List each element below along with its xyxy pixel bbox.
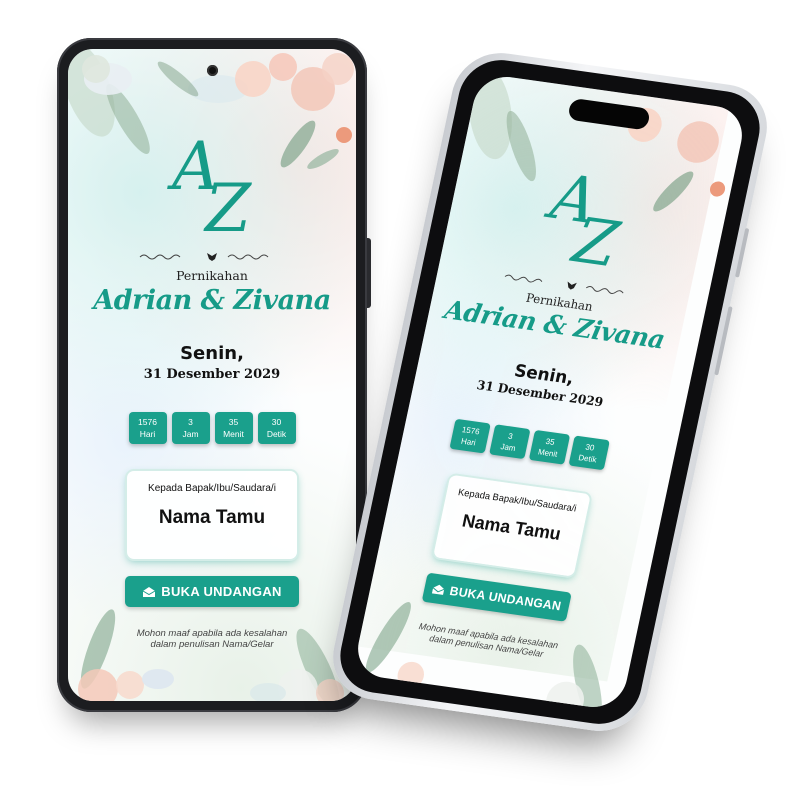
countdown-value: 30 [271, 417, 282, 427]
countdown-unit: Menit [223, 429, 244, 439]
countdown-value: 3 [507, 431, 514, 442]
note-line-2: dalam penulisan Nama/Gelar [150, 639, 274, 650]
countdown-unit: Detik [266, 429, 287, 439]
countdown-unit: Hari [460, 435, 477, 448]
countdown-seconds: 30 Detik [568, 435, 610, 471]
bezel: A Z Pernikahan Adrian & Zivana Senin, 31… [332, 54, 768, 730]
bird-icon [207, 253, 217, 261]
iphone-mockup: A Z Pernikahan Adrian & Zivana Senin, 31… [324, 47, 776, 737]
countdown-unit: Menit [537, 446, 559, 459]
countdown-days: 1576 Hari [128, 412, 167, 444]
countdown-timer: 1576 Hari 3 Jam 35 Menit 30 Detik [68, 412, 356, 444]
countdown-unit: Detik [577, 452, 598, 465]
power-button [367, 238, 371, 308]
countdown-value: 3 [188, 417, 193, 427]
countdown-value: 35 [228, 417, 239, 427]
bird-icon [567, 281, 577, 290]
event-date: 31 Desember 2029 [143, 367, 281, 382]
svg-text:Z: Z [203, 170, 252, 239]
apology-note: Mohon maaf apabila ada kesalahan dalam p… [108, 628, 316, 650]
countdown-seconds: 30 Detik [257, 412, 296, 444]
phone-screen: A Z Pernikahan Adrian & Zivana Senin, 31… [352, 72, 748, 712]
guest-name: Nama Tamu [460, 511, 563, 545]
countdown-hours: 3 Jam [171, 412, 210, 444]
countdown-unit: Jam [499, 441, 517, 453]
pre-title: Pernikahan [176, 268, 248, 283]
invitation-cover: A Z Pernikahan Adrian & Zivana Senin, 31… [357, 72, 730, 712]
iphone-mockup-wrapper: A Z Pernikahan Adrian & Zivana Senin, 31… [324, 47, 776, 737]
front-camera [207, 65, 218, 76]
countdown-unit: Hari [139, 429, 156, 439]
invitation-cover: A Z Pernikahan Adrian & Zivana Senin, 31… [68, 49, 356, 701]
guest-card: Kepada Bapak/Ibu/Saudara/i Nama Tamu [127, 471, 297, 559]
note-line-1: Mohon maaf apabila ada kesalahan [136, 628, 288, 639]
event-day: Senin, [180, 343, 244, 364]
countdown-value: 1576 [138, 417, 157, 427]
countdown-hours: 3 Jam [488, 424, 531, 460]
guest-name: Nama Tamu [158, 507, 266, 528]
couple-names: Adrian & Zivana [93, 285, 331, 316]
monogram-logo: A Z [166, 128, 252, 239]
countdown-minutes: 35 Menit [528, 429, 570, 465]
phone-screen: A Z Pernikahan Adrian & Zivana Senin, 31… [68, 49, 356, 701]
guest-label: Kepada Bapak/Ibu/Saudara/i [148, 483, 276, 494]
android-phone-mockup: A Z Pernikahan Adrian & Zivana Senin, 31… [57, 38, 371, 712]
countdown-days: 1576 Hari [448, 418, 491, 454]
countdown-minutes: 35 Menit [214, 412, 253, 444]
ornament-divider [139, 253, 269, 261]
countdown-unit: Jam [182, 429, 199, 439]
